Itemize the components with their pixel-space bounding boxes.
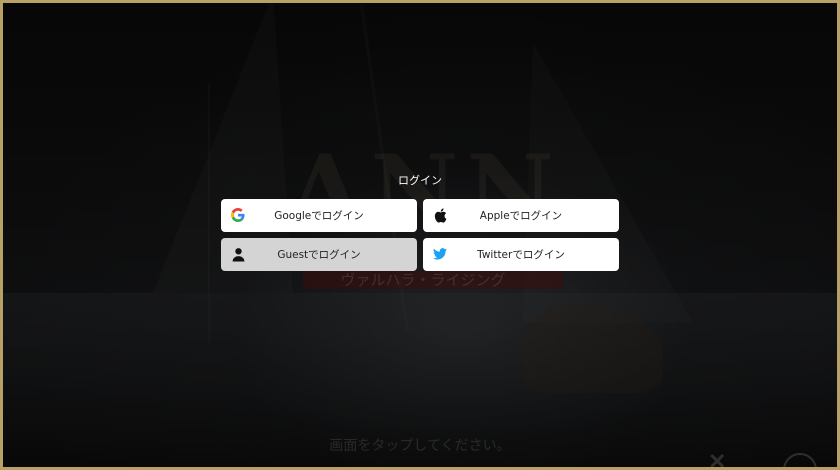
apple-login-button[interactable]: Appleでログイン [423, 199, 619, 232]
apple-login-label: Appleでログイン [479, 210, 563, 222]
twitter-login-button[interactable]: Twitterでログイン [423, 238, 619, 271]
google-icon [230, 207, 246, 223]
google-login-button[interactable]: Googleでログイン [221, 199, 417, 232]
twitter-login-label: Twitterでログイン [477, 249, 565, 261]
apple-icon [432, 207, 448, 223]
login-overlay [3, 3, 837, 467]
google-login-label: Googleでログイン [274, 210, 364, 222]
game-screen[interactable]: ANN ヴァルハラ・ライジング 画面をタップしてください。 ✕ ログイン Goo… [0, 0, 840, 470]
guest-login-label: Guestでログイン [277, 249, 361, 261]
guest-login-button[interactable]: Guestでログイン [221, 238, 417, 271]
twitter-icon [432, 246, 448, 262]
user-icon [230, 246, 246, 262]
login-title: ログイン [398, 174, 442, 187]
